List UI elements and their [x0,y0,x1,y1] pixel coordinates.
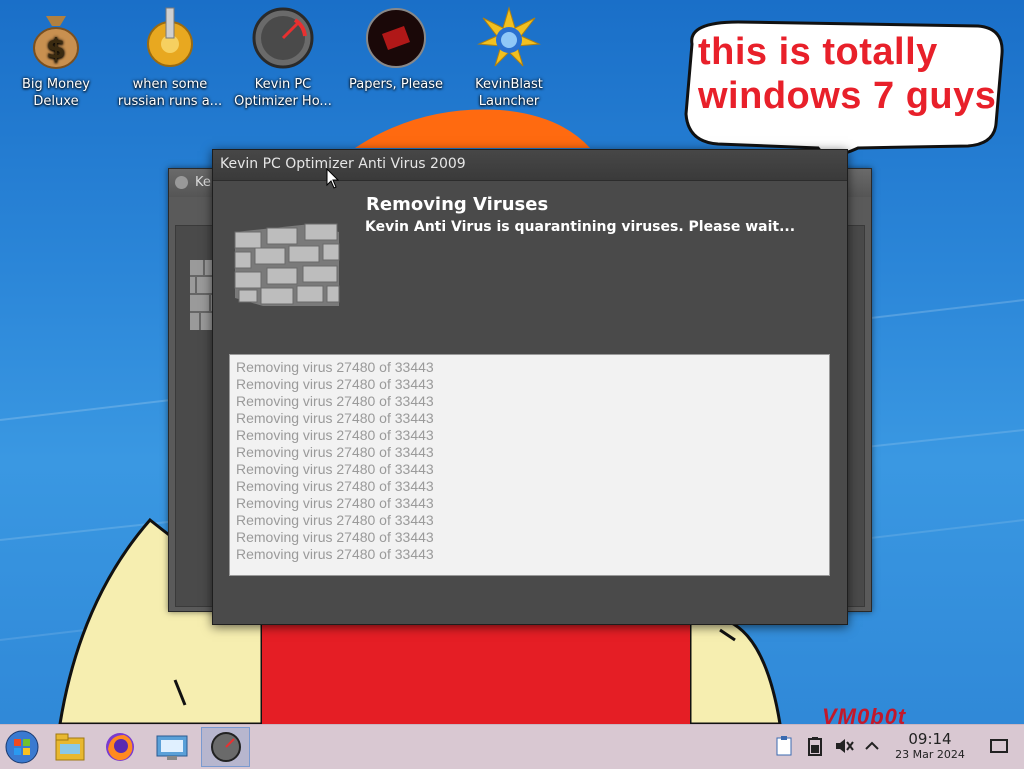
virus-log-textbox[interactable]: Removing virus 27480 of 33443 Removing v… [229,354,830,576]
log-line: Removing virus 27480 of 33443 [236,393,434,409]
desktop-icon-label: Big Money [21,77,90,92]
battery-icon[interactable] [804,735,826,757]
chevron-up-icon[interactable] [861,735,883,757]
log-line: Removing virus 27480 of 33443 [236,359,434,375]
kevin-optimizer-icon [210,732,241,762]
desktop-icon-label: Deluxe [33,94,79,109]
log-line: Removing virus 27480 of 33443 [236,461,434,477]
status-heading: Removing Viruses [366,194,549,215]
money-bag-icon: $ [33,16,79,69]
desktop-icon-label: Launcher [478,94,540,109]
desktop-icon-label: Kevin PC [254,77,312,92]
volume-muted-icon[interactable] [833,735,855,757]
firefox-icon [106,733,134,761]
clock[interactable]: 09:14 23 Mar 2024 [886,731,974,763]
log-line: Removing virus 27480 of 33443 [236,410,434,426]
desktop-icon-label: Papers, Please [348,77,444,92]
log-line: Removing virus 27480 of 33443 [236,427,434,443]
desktop-icon-papers-please[interactable]: Papers, Please [341,6,451,93]
firewall-icon [234,223,340,306]
window-titlebar[interactable]: Kevin PC Optimizer Anti Virus 2009 [213,150,847,181]
log-line: Removing virus 27480 of 33443 [236,444,434,460]
start-button[interactable] [0,727,44,767]
start-orb-icon [5,730,39,764]
taskbar-system-settings[interactable] [150,727,194,767]
desktop-icon-kevinblast-launcher[interactable]: KevinBlast Launcher [454,6,564,110]
log-line: Removing virus 27480 of 33443 [236,495,434,511]
svg-text:$: $ [46,32,65,65]
window-icon [175,176,188,189]
desktop-icon-big-money-deluxe[interactable]: $ Big Money Deluxe [1,6,111,110]
clock-date: 23 Mar 2024 [895,748,965,761]
status-message: Kevin Anti Virus is quarantining viruses… [365,219,796,235]
antivirus-window[interactable]: Kevin PC Optimizer Anti Virus 2009 Remov… [212,149,848,625]
taskbar: 09:14 23 Mar 2024 [0,724,1024,769]
desktop-icon-kevin-pc-optimizer[interactable]: Kevin PC Optimizer Ho... [228,6,338,110]
papers-please-icon [366,8,426,68]
clipboard-icon[interactable] [773,735,795,757]
desktop-icon-label: russian runs a... [117,94,223,109]
desktop-icon-russian-runs[interactable]: when some russian runs a... [115,6,225,110]
mouse-cursor-icon [326,168,340,189]
log-line: Removing virus 27480 of 33443 [236,478,434,494]
desktop-icon-label: KevinBlast [475,77,543,92]
show-desktop-icon[interactable] [988,735,1010,757]
speedometer-icon [252,7,314,69]
taskbar-file-manager[interactable] [48,727,92,767]
desktop-icon-label: when some [132,77,208,92]
system-settings-icon [156,735,188,760]
taskbar-kevin-optimizer[interactable] [201,727,250,767]
log-line: Removing virus 27480 of 33443 [236,376,434,392]
log-line: Removing virus 27480 of 33443 [236,512,434,528]
file-manager-icon [55,733,85,761]
log-line: Removing virus 27480 of 33443 [236,529,434,545]
log-line: Removing virus 27480 of 33443 [236,546,434,562]
clock-time: 09:14 [908,730,952,748]
taskbar-firefox[interactable] [98,727,142,767]
gear-icon [147,7,193,67]
starburst-icon [477,6,541,67]
speech-bubble-text: this is totally windows 7 guys [698,31,997,117]
desktop-icon-label: Optimizer Ho... [234,94,332,109]
